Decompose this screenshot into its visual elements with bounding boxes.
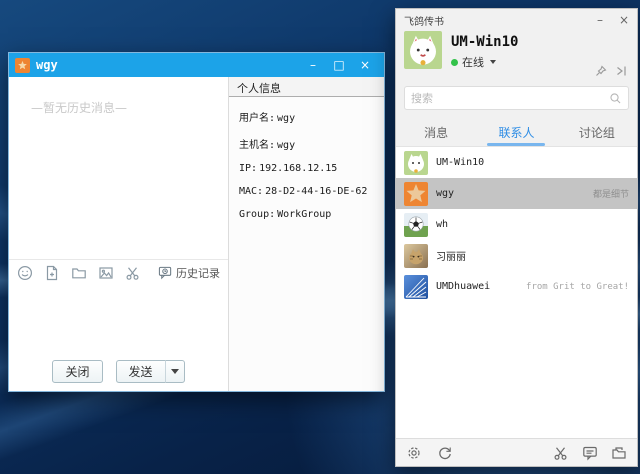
contact-name: UMDhuawei (436, 281, 490, 292)
starfish-avatar (404, 182, 428, 206)
settings-gear-icon[interactable] (406, 445, 422, 461)
message-input-area[interactable] (9, 285, 228, 357)
contact-name: UM-Win10 (436, 157, 484, 168)
blue-bridge-avatar (404, 275, 428, 299)
refresh-icon[interactable] (437, 445, 453, 461)
messenger-window: 飞鸽传书 – × UM-Win10 在线 (395, 8, 638, 467)
contact-row-wh[interactable]: wh (396, 209, 637, 240)
chat-titlebar[interactable]: wgy – □ × (9, 53, 384, 77)
tab-groups[interactable]: 讨论组 (557, 118, 637, 146)
contact-signature: from Grit to Great! (526, 282, 629, 292)
search-icon (609, 92, 622, 105)
messenger-titlebar[interactable]: 飞鸽传书 – × (396, 9, 637, 31)
minimize-button[interactable]: – (597, 9, 603, 31)
no-history-placeholder: —暂无历史消息— (31, 101, 127, 115)
profile-info: UM-Win10 在线 (451, 31, 518, 81)
chat-toolbar: 历史记录 (9, 259, 228, 285)
message-history-area[interactable]: —暂无历史消息— (9, 77, 228, 259)
contact-name: wgy (436, 188, 454, 199)
close-icon[interactable]: × (619, 9, 629, 31)
chat-bubble-icon[interactable] (582, 445, 598, 461)
profile-actions (595, 65, 627, 77)
tab-messages[interactable]: 消息 (396, 118, 476, 146)
contact-row-wgy[interactable]: wgy 都是细节 (396, 178, 637, 209)
contact-signature: 都是细节 (593, 187, 629, 200)
scissors-icon[interactable] (553, 445, 569, 461)
close-icon[interactable]: × (352, 53, 378, 77)
close-chat-button[interactable]: 关闭 (52, 360, 102, 383)
contact-row-um-win10[interactable]: UM-Win10 (396, 147, 637, 178)
maximize-button[interactable]: □ (326, 53, 352, 77)
profile-section: UM-Win10 在线 (396, 31, 637, 81)
info-field-ip: IP:192.168.12.15 (239, 163, 384, 174)
contact-list: UM-Win10 wgy 都是细节 wh (396, 147, 637, 438)
search-input[interactable] (411, 92, 609, 105)
pin-icon[interactable] (595, 65, 607, 77)
chat-window-title: wgy (36, 58, 58, 72)
screenshot-scissors-icon[interactable] (125, 265, 141, 281)
contact-name: 习丽丽 (436, 248, 466, 263)
folder-icon[interactable] (611, 445, 627, 461)
status-selector[interactable]: 在线 (451, 54, 518, 70)
status-label: 在线 (462, 54, 484, 70)
info-field-hostname: 主机名:wgy (239, 136, 384, 151)
send-image-icon[interactable] (98, 265, 114, 281)
info-field-group: Group:WorkGroup (239, 209, 384, 220)
send-file-icon[interactable] (44, 265, 60, 281)
tab-bar: 消息 联系人 讨论组 (396, 118, 637, 147)
info-panel-header: 个人信息 (229, 77, 384, 97)
contact-name: wh (436, 219, 448, 230)
search-box[interactable] (404, 86, 629, 110)
send-options-caret[interactable] (165, 360, 185, 383)
send-folder-icon[interactable] (71, 265, 87, 281)
profile-name: UM-Win10 (451, 34, 518, 50)
send-button[interactable]: 发送 (116, 360, 165, 383)
personal-info-panel: 个人信息 用户名:wgy 主机名:wgy IP:192.168.12.15 MA… (229, 77, 384, 391)
info-field-mac: MAC:28-D2-44-16-DE-62 (239, 186, 384, 197)
lucky-cat-avatar (404, 151, 428, 175)
history-record-button[interactable]: 历史记录 (158, 265, 220, 281)
chat-window: wgy – □ × —暂无历史消息— (8, 52, 385, 392)
info-field-username: 用户名:wgy (239, 109, 384, 124)
chat-button-row: 关闭 发送 (9, 357, 228, 391)
profile-avatar[interactable] (404, 31, 442, 69)
minimize-button[interactable]: – (300, 53, 326, 77)
emoji-icon[interactable] (17, 265, 33, 281)
kitten-avatar (404, 244, 428, 268)
window-controls: – □ × (300, 53, 378, 77)
contact-row-xilili[interactable]: 习丽丽 (396, 240, 637, 271)
history-record-label: 历史记录 (176, 265, 220, 281)
contact-row-umdhuawei[interactable]: UMDhuawei from Grit to Great! (396, 271, 637, 302)
chevron-down-icon (171, 369, 179, 374)
online-status-dot (451, 59, 458, 66)
messenger-bottombar (396, 438, 637, 466)
tab-contacts[interactable]: 联系人 (476, 118, 556, 146)
chevron-down-icon (490, 60, 496, 64)
messenger-window-controls: – × (597, 9, 629, 31)
history-bubble-icon (158, 265, 173, 280)
info-fields: 用户名:wgy 主机名:wgy IP:192.168.12.15 MAC:28-… (229, 97, 384, 232)
soccer-ball-avatar (404, 213, 428, 237)
expand-panel-icon[interactable] (615, 65, 627, 77)
messenger-title: 飞鸽传书 (404, 13, 444, 28)
starfish-app-icon (15, 58, 30, 73)
send-split-button: 发送 (116, 360, 185, 383)
